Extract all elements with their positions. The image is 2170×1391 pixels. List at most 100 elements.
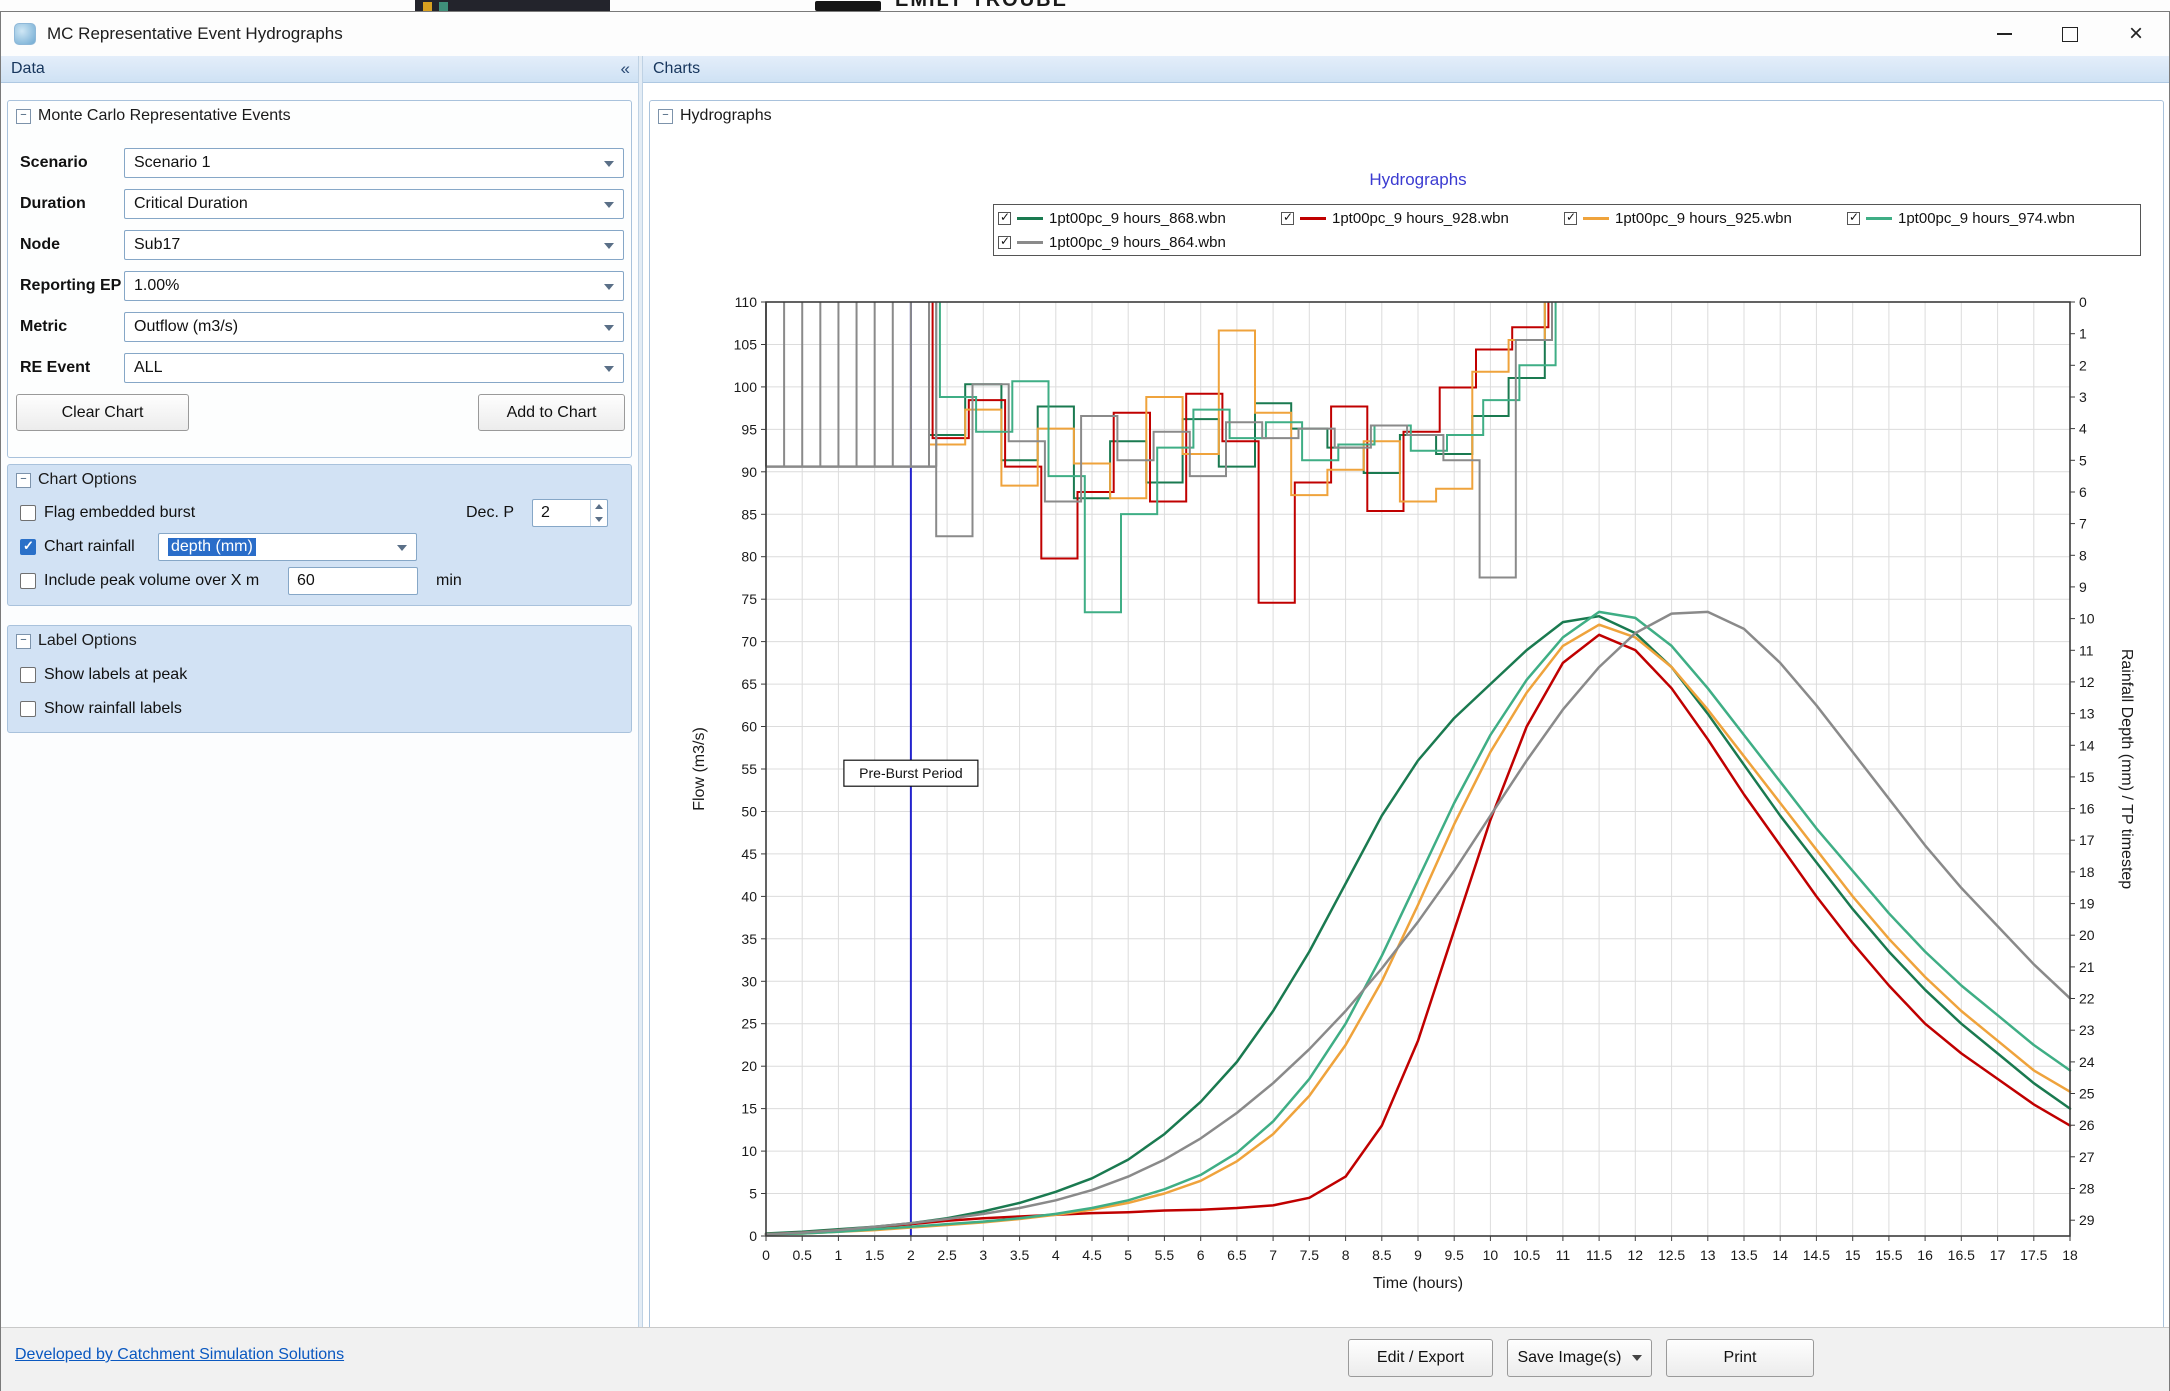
- legend-line-swatch: [1866, 217, 1892, 220]
- svg-text:21: 21: [2079, 959, 2095, 975]
- svg-text:20: 20: [741, 1058, 757, 1074]
- svg-text:45: 45: [741, 846, 757, 862]
- clear-chart-button[interactable]: Clear Chart: [16, 394, 189, 431]
- legend-item[interactable]: 1pt00pc_9 hours_925.wbn: [1564, 206, 1847, 230]
- svg-text:50: 50: [741, 804, 757, 820]
- chart-rainfall-row: Chart rainfall: [20, 533, 135, 561]
- legend-checkbox[interactable]: [1281, 212, 1294, 225]
- svg-text:Flow (m3/s): Flow (m3/s): [691, 727, 708, 811]
- svg-text:35: 35: [741, 931, 757, 947]
- svg-text:29: 29: [2079, 1212, 2095, 1228]
- svg-text:26: 26: [2079, 1117, 2095, 1133]
- svg-text:0: 0: [749, 1228, 757, 1244]
- svg-text:60: 60: [741, 719, 757, 735]
- chart-options-title: Chart Options: [38, 471, 137, 489]
- legend-checkbox[interactable]: [998, 212, 1011, 225]
- metric-select[interactable]: Outflow (m3/s): [124, 312, 624, 342]
- node-row: Node: [20, 230, 60, 260]
- svg-text:11: 11: [1556, 1247, 1571, 1263]
- show-rainfall-labels-row: Show rainfall labels: [20, 696, 182, 722]
- peak-volume-unit-label: min: [436, 572, 462, 590]
- hydrographs-group-header: Hydrographs: [650, 101, 2163, 127]
- print-button[interactable]: Print: [1666, 1339, 1814, 1377]
- legend-item[interactable]: 1pt00pc_9 hours_928.wbn: [1281, 206, 1564, 230]
- svg-text:15: 15: [741, 1101, 757, 1117]
- svg-text:Rainfall Depth (mm) / TP times: Rainfall Depth (mm) / TP timestep: [2118, 649, 2135, 889]
- svg-text:16: 16: [1917, 1247, 1933, 1263]
- chart-rainfall-checkbox[interactable]: [20, 539, 36, 555]
- svg-text:7.5: 7.5: [1300, 1247, 1320, 1263]
- svg-text:1: 1: [835, 1247, 843, 1263]
- svg-text:22: 22: [2079, 991, 2095, 1007]
- collapse-panel-button[interactable]: «: [621, 59, 630, 79]
- svg-text:10: 10: [741, 1143, 757, 1159]
- svg-text:8.5: 8.5: [1372, 1247, 1392, 1263]
- svg-text:10: 10: [2079, 611, 2095, 627]
- collapse-group-icon[interactable]: [16, 473, 31, 488]
- svg-text:2.5: 2.5: [937, 1247, 957, 1263]
- metric-value: Outflow (m3/s): [134, 318, 238, 336]
- flag-embedded-burst-checkbox[interactable]: [20, 505, 36, 521]
- spinner-up-button[interactable]: [591, 500, 607, 513]
- legend-item[interactable]: 1pt00pc_9 hours_864.wbn: [998, 230, 1281, 254]
- svg-text:12: 12: [2079, 674, 2095, 690]
- svg-text:9: 9: [1414, 1247, 1422, 1263]
- svg-text:14.5: 14.5: [1803, 1247, 1830, 1263]
- hydrographs-group-title: Hydrographs: [680, 107, 772, 125]
- save-images-button[interactable]: Save Image(s): [1507, 1339, 1652, 1377]
- include-peak-volume-label: Include peak volume over X m: [44, 572, 259, 590]
- edit-export-button[interactable]: Edit / Export: [1348, 1339, 1493, 1377]
- show-labels-at-peak-checkbox[interactable]: [20, 667, 36, 683]
- scenario-select[interactable]: Scenario 1: [124, 148, 624, 178]
- maximize-button[interactable]: [2037, 12, 2103, 56]
- data-panel: Monte Carlo Representative Events Scenar…: [1, 83, 638, 1327]
- svg-text:1: 1: [2079, 326, 2087, 342]
- svg-text:10.5: 10.5: [1513, 1247, 1540, 1263]
- svg-text:110: 110: [735, 294, 758, 310]
- chevron-down-icon: [604, 325, 614, 331]
- credit-link[interactable]: Developed by Catchment Simulation Soluti…: [15, 1346, 344, 1364]
- spinner-down-button[interactable]: [591, 513, 607, 526]
- legend-line-swatch: [1583, 217, 1609, 220]
- show-rainfall-labels-label: Show rainfall labels: [44, 700, 182, 718]
- collapse-group-icon[interactable]: [658, 109, 673, 124]
- svg-text:90: 90: [741, 464, 757, 480]
- rainfall-type-select[interactable]: depth (mm): [158, 533, 417, 561]
- dec-p-row: Dec. P: [466, 499, 514, 527]
- minimize-icon: [1997, 33, 2012, 35]
- peak-volume-minutes-input[interactable]: 60: [288, 567, 418, 595]
- charts-panel: Hydrographs 00.511.522.533.544.555.566.5…: [643, 83, 2169, 1327]
- show-rainfall-labels-checkbox[interactable]: [20, 701, 36, 717]
- collapse-group-icon[interactable]: [16, 109, 31, 124]
- close-icon: ×: [2129, 22, 2143, 46]
- legend-checkbox[interactable]: [1564, 212, 1577, 225]
- duration-select[interactable]: Critical Duration: [124, 189, 624, 219]
- svg-text:3.5: 3.5: [1010, 1247, 1030, 1263]
- svg-text:30: 30: [741, 973, 757, 989]
- legend-item[interactable]: 1pt00pc_9 hours_868.wbn: [998, 206, 1281, 230]
- peak-volume-unit-row: min: [436, 567, 462, 595]
- svg-text:13: 13: [1700, 1247, 1716, 1263]
- re-event-select[interactable]: ALL: [124, 353, 624, 383]
- svg-text:19: 19: [2079, 896, 2095, 912]
- dec-p-spinner[interactable]: 2: [532, 499, 608, 527]
- svg-text:5: 5: [749, 1186, 757, 1202]
- legend-checkbox[interactable]: [1847, 212, 1860, 225]
- background-toolbar-icon: [439, 2, 448, 11]
- chevron-down-icon: [604, 202, 614, 208]
- chevron-down-icon: [604, 161, 614, 167]
- collapse-group-icon[interactable]: [16, 634, 31, 649]
- flag-embedded-burst-label: Flag embedded burst: [44, 504, 195, 522]
- include-peak-volume-checkbox[interactable]: [20, 573, 36, 589]
- svg-text:105: 105: [734, 337, 758, 353]
- svg-text:15.5: 15.5: [1875, 1247, 1902, 1263]
- close-button[interactable]: ×: [2103, 12, 2169, 56]
- node-select[interactable]: Sub17: [124, 230, 624, 260]
- minimize-button[interactable]: [1971, 12, 2037, 56]
- svg-text:6: 6: [1197, 1247, 1205, 1263]
- legend-item[interactable]: 1pt00pc_9 hours_974.wbn: [1847, 206, 2130, 230]
- legend-checkbox[interactable]: [998, 236, 1011, 249]
- window-title: MC Representative Event Hydrographs: [47, 24, 343, 44]
- reporting-ep-select[interactable]: 1.00%: [124, 271, 624, 301]
- add-to-chart-button[interactable]: Add to Chart: [478, 394, 625, 431]
